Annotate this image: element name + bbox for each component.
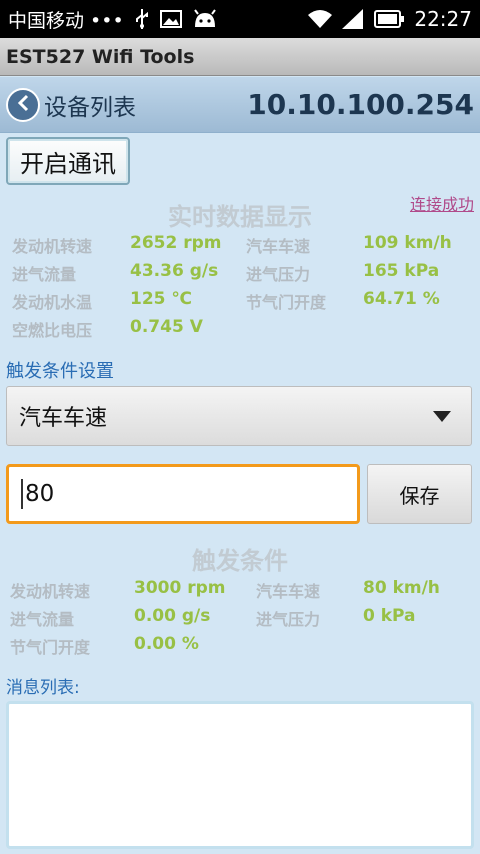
back-button[interactable] <box>6 87 40 122</box>
data-label: 进气流量 <box>10 610 75 629</box>
data-value: 80 km/h <box>363 578 440 598</box>
carrier-label: 中国移动 ••• <box>8 9 124 32</box>
data-row: 发动机转速 3000 rpm 汽车车速 80 km/h <box>0 578 480 606</box>
data-value: 109 km/h <box>363 233 452 253</box>
dropdown-arrow-icon <box>433 410 451 422</box>
clock: 22:27 <box>414 7 472 31</box>
device-list-link[interactable]: 设备列表 <box>44 88 136 122</box>
data-label: 进气压力 <box>246 265 311 284</box>
data-label: 节气门开度 <box>10 638 91 657</box>
main-content: 开启通讯 连接成功 实时数据显示 发动机转速 2652 rpm 汽车车速 109… <box>0 133 480 854</box>
data-value: 125 ℃ <box>130 289 192 309</box>
trigger-value-input[interactable]: 80 <box>6 464 360 524</box>
data-row: 发动机水温 125 ℃ 节气门开度 64.71 % <box>0 289 480 317</box>
status-bar: 中国移动 ••• 22:27 <box>0 0 480 38</box>
data-row: 进气流量 43.36 g/s 进气压力 165 kPa <box>0 261 480 289</box>
chevron-left-icon <box>16 94 30 116</box>
wifi-icon <box>308 9 333 29</box>
trigger-conditions-title: 触发条件 <box>192 547 288 575</box>
app-title-bar: EST527 Wifi Tools <box>0 38 480 76</box>
image-icon <box>159 10 182 28</box>
signal-icon <box>342 9 364 29</box>
android-icon <box>192 9 218 29</box>
data-label: 空燃比电压 <box>12 321 93 340</box>
data-value: 0.745 V <box>130 317 203 337</box>
data-value: 2652 rpm <box>130 233 222 253</box>
data-label: 汽车车速 <box>246 237 311 256</box>
trigger-settings-label: 触发条件设置 <box>6 361 114 382</box>
input-value: 80 <box>25 481 55 507</box>
usb-icon <box>134 9 150 29</box>
start-communication-button[interactable]: 开启通讯 <box>6 137 130 185</box>
data-label: 节气门开度 <box>246 293 327 312</box>
data-value: 64.71 % <box>363 289 440 309</box>
data-value: 43.36 g/s <box>130 261 219 281</box>
data-label: 进气压力 <box>256 610 321 629</box>
device-ip: 10.10.100.254 <box>247 88 474 121</box>
data-value: 165 kPa <box>363 261 440 281</box>
data-label: 发动机转速 <box>12 237 93 256</box>
text-caret <box>21 479 23 509</box>
data-row: 发动机转速 2652 rpm 汽车车速 109 km/h <box>0 233 480 261</box>
data-row: 进气流量 0.00 g/s 进气压力 0 kPa <box>0 606 480 634</box>
data-value: 0 kPa <box>363 606 416 626</box>
message-list-label: 消息列表: <box>6 678 80 698</box>
data-value: 3000 rpm <box>134 578 226 598</box>
realtime-section-title: 实时数据显示 <box>168 203 312 231</box>
data-label: 发动机水温 <box>12 293 93 312</box>
data-label: 发动机转速 <box>10 582 91 601</box>
data-value: 0.00 g/s <box>134 606 211 626</box>
data-label: 汽车车速 <box>256 582 321 601</box>
data-value: 0.00 % <box>134 634 199 654</box>
trigger-type-select[interactable]: 汽车车速 <box>6 386 472 446</box>
select-value: 汽车车速 <box>19 406 108 431</box>
save-button[interactable]: 保存 <box>367 464 472 524</box>
message-list[interactable] <box>6 701 474 849</box>
data-row: 空燃比电压 0.745 V <box>0 317 480 345</box>
data-row: 节气门开度 0.00 % <box>0 634 480 662</box>
data-label: 进气流量 <box>12 265 77 284</box>
header-bar: 设备列表 10.10.100.254 <box>0 77 480 133</box>
app-title: EST527 Wifi Tools <box>6 45 195 68</box>
battery-icon <box>374 10 405 28</box>
